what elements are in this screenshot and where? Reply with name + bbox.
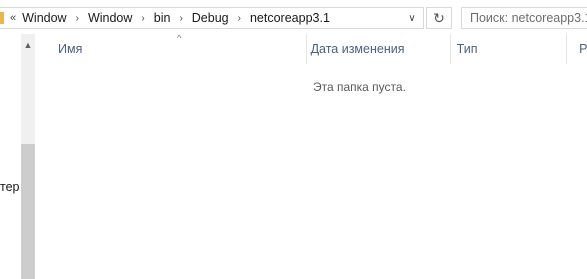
column-header-size-label: Р <box>579 42 587 56</box>
empty-folder-message: Эта папка пуста. <box>313 80 406 94</box>
folder-icon <box>0 12 4 24</box>
nav-pane-scrollbar[interactable]: ▲ <box>21 34 35 279</box>
search-input[interactable] <box>470 11 587 25</box>
column-header-type[interactable]: Тип <box>451 34 568 64</box>
breadcrumb-item-current[interactable]: netcoreapp3.1 <box>250 11 330 25</box>
address-bar[interactable]: « Window › Window › bin › Debug › netcor… <box>0 7 424 29</box>
address-history-dropdown[interactable]: ∨ <box>400 7 424 29</box>
scrollbar-thumb[interactable] <box>21 144 35 279</box>
column-header-name[interactable]: ^ Имя <box>42 34 307 64</box>
column-header-date-modified[interactable]: Дата изменения <box>307 34 451 64</box>
refresh-button[interactable]: ↻ <box>426 7 452 29</box>
column-header-date-label: Дата изменения <box>310 42 405 56</box>
search-box[interactable] <box>461 7 587 29</box>
sort-up-caret-icon: ^ <box>177 34 182 43</box>
file-explorer-window: « Window › Window › bin › Debug › netcor… <box>0 0 587 279</box>
nav-item-label[interactable]: тер <box>0 180 20 194</box>
breadcrumb-overflow-button[interactable]: « <box>10 12 16 24</box>
breadcrumb-separator-icon[interactable]: › <box>238 13 241 24</box>
scroll-up-arrow-icon[interactable]: ▲ <box>21 38 35 52</box>
column-header-row: ^ Имя Дата изменения Тип Р <box>42 34 587 64</box>
breadcrumb-item[interactable]: bin <box>154 11 171 25</box>
column-header-type-label: Тип <box>456 42 478 56</box>
address-bar-row: « Window › Window › bin › Debug › netcor… <box>0 0 587 34</box>
chevron-down-icon: ∨ <box>408 12 416 24</box>
breadcrumb-item[interactable]: Window <box>22 11 66 25</box>
breadcrumb-separator-icon[interactable]: › <box>179 13 182 24</box>
file-list[interactable]: Эта папка пуста. <box>42 64 587 279</box>
breadcrumb-separator-icon[interactable]: › <box>141 13 144 24</box>
refresh-icon: ↻ <box>433 9 445 26</box>
breadcrumb-item[interactable]: Debug <box>192 11 229 25</box>
breadcrumb-separator-icon[interactable]: › <box>76 13 79 24</box>
breadcrumb-item[interactable]: Window <box>88 11 132 25</box>
column-header-name-label: Имя <box>58 42 83 56</box>
column-header-size[interactable]: Р <box>567 34 587 64</box>
